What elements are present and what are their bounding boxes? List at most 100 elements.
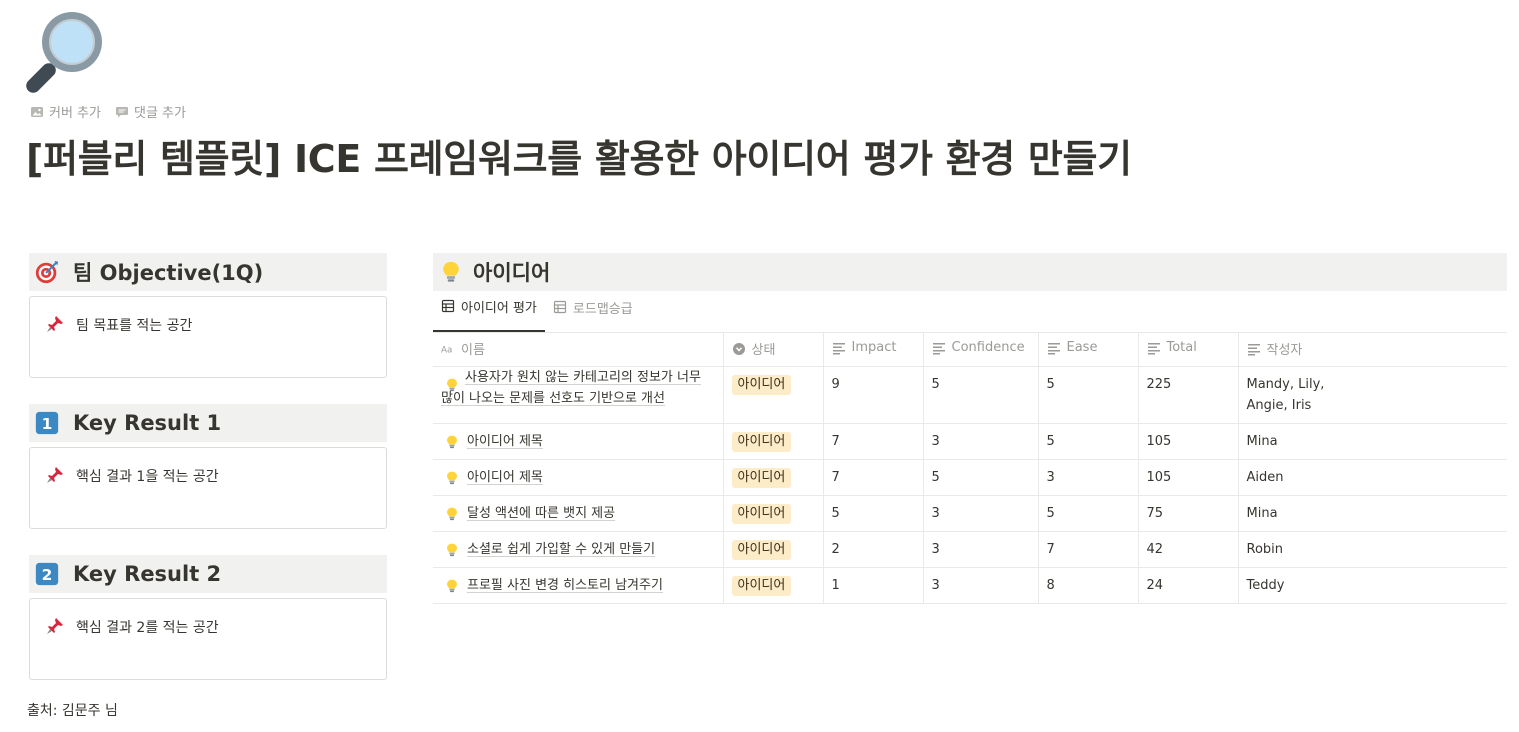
column-header-confidence[interactable]: Confidence (923, 333, 1039, 367)
tab-roadmap-promotion[interactable]: 로드맵승급 (545, 292, 641, 332)
cell-status[interactable]: 아이디어 (723, 567, 824, 604)
column-header-status[interactable]: 상태 (723, 333, 824, 367)
cell-status[interactable]: 아이디어 (723, 531, 824, 568)
status-tag: 아이디어 (731, 575, 792, 596)
pushpin-icon (47, 316, 63, 332)
cell-author[interactable]: Teddy (1238, 567, 1507, 604)
cell-total[interactable]: 105 (1138, 459, 1239, 496)
add-cover-button[interactable]: 커버 추가 (30, 102, 101, 121)
cell-status[interactable]: 아이디어 (723, 366, 824, 424)
cell-name[interactable]: 프로필 사진 변경 히스토리 남겨주기 (433, 567, 724, 604)
cell-author[interactable]: Mina (1238, 423, 1507, 460)
cell-impact[interactable]: 7 (823, 459, 924, 496)
cell-author[interactable]: Aiden (1238, 459, 1507, 496)
cell-confidence[interactable]: 3 (923, 423, 1039, 460)
cell-total[interactable]: 225 (1138, 366, 1239, 424)
text-lines-icon (1047, 342, 1060, 354)
cell-author[interactable]: Mandy, Lily, Angie, Iris (1238, 366, 1507, 424)
column-header-author[interactable]: 작성자 (1238, 333, 1507, 367)
cell-ease[interactable]: 5 (1038, 423, 1139, 460)
objective-content-box[interactable]: 팀 목표를 적는 공간 (29, 296, 387, 378)
cell-author[interactable]: Robin (1238, 531, 1507, 568)
cell-total[interactable]: 75 (1138, 495, 1239, 532)
cell-ease[interactable]: 8 (1038, 567, 1139, 604)
key-result-1-content-box[interactable]: 핵심 결과 1을 적는 공간 (29, 447, 387, 529)
cell-total[interactable]: 42 (1138, 531, 1239, 568)
light-bulb-icon (447, 543, 457, 556)
row-name[interactable]: 사용자가 원치 않는 카테고리의 정보가 너무 많이 나오는 문제를 선호도 기… (441, 367, 715, 409)
light-bulb-icon (447, 471, 457, 484)
cell-total[interactable]: 24 (1138, 567, 1239, 604)
table-row[interactable]: 프로필 사진 변경 히스토리 남겨주기 아이디어 1 3 8 24 Teddy (433, 567, 1507, 604)
cell-confidence[interactable]: 3 (923, 567, 1039, 604)
text-lines-icon (1247, 343, 1260, 355)
cell-impact[interactable]: 1 (823, 567, 924, 604)
status-tag: 아이디어 (731, 431, 792, 452)
source-text[interactable]: 출처: 김문주 님 (27, 700, 118, 720)
key-result-1-heading[interactable]: 1 Key Result 1 (29, 404, 387, 442)
key-result-2-heading[interactable]: 2 Key Result 2 (29, 555, 387, 593)
add-comment-button[interactable]: 댓글 추가 (115, 102, 186, 121)
cell-name[interactable]: 사용자가 원치 않는 카테고리의 정보가 너무 많이 나오는 문제를 선호도 기… (433, 366, 724, 424)
light-bulb-icon (447, 435, 457, 448)
table-icon (553, 300, 567, 314)
key-result-1-title: Key Result 1 (73, 411, 222, 435)
key-result-2-content-box[interactable]: 핵심 결과 2를 적는 공간 (29, 598, 387, 680)
table-row[interactable]: 사용자가 원치 않는 카테고리의 정보가 너무 많이 나오는 문제를 선호도 기… (433, 366, 1507, 424)
row-name[interactable]: 달성 액션에 따른 뱃지 제공 (467, 503, 615, 524)
table-row[interactable]: 달성 액션에 따른 뱃지 제공 아이디어 5 3 5 75 Mina (433, 495, 1507, 532)
cell-author[interactable]: Mina (1238, 495, 1507, 532)
status-tag: 아이디어 (731, 539, 792, 560)
row-author: Mandy, Lily, Angie, Iris (1246, 376, 1325, 413)
cell-name[interactable]: 아이디어 제목 (433, 459, 724, 496)
cell-impact[interactable]: 7 (823, 423, 924, 460)
text-lines-icon (1147, 342, 1160, 354)
cell-ease[interactable]: 5 (1038, 366, 1139, 424)
status-tag: 아이디어 (731, 503, 792, 524)
row-name[interactable]: 아이디어 제목 (467, 467, 543, 488)
page-actions: 커버 추가 댓글 추가 (30, 102, 186, 121)
tab-label: 아이디어 평가 (461, 300, 537, 316)
column-header-name[interactable]: Aa 이름 (433, 333, 724, 367)
cell-confidence[interactable]: 5 (923, 459, 1039, 496)
magnifying-glass-icon[interactable] (24, 10, 108, 94)
row-name[interactable]: 아이디어 제목 (467, 431, 543, 452)
status-tag: 아이디어 (731, 374, 792, 395)
cell-name[interactable]: 소셜로 쉽게 가입할 수 있게 만들기 (433, 531, 724, 568)
cell-status[interactable]: 아이디어 (723, 495, 824, 532)
row-name[interactable]: 소셜로 쉽게 가입할 수 있게 만들기 (467, 539, 655, 560)
cell-impact[interactable]: 2 (823, 531, 924, 568)
cell-status[interactable]: 아이디어 (723, 459, 824, 496)
page-title[interactable]: [퍼블리 템플릿] ICE 프레임워크를 활용한 아이디어 평가 환경 만들기 (26, 128, 1132, 183)
key-result-2-title: Key Result 2 (73, 562, 222, 586)
table-row[interactable]: 아이디어 제목 아이디어 7 5 3 105 Aiden (433, 459, 1507, 496)
cell-name[interactable]: 달성 액션에 따른 뱃지 제공 (433, 495, 724, 532)
column-header-total[interactable]: Total (1138, 333, 1239, 367)
column-header-ease[interactable]: Ease (1038, 333, 1139, 367)
key-result-1-content: 핵심 결과 1을 적는 공간 (76, 469, 219, 485)
cell-ease[interactable]: 5 (1038, 495, 1139, 532)
table-row[interactable]: 아이디어 제목 아이디어 7 3 5 105 Mina (433, 423, 1507, 460)
cell-impact[interactable]: 5 (823, 495, 924, 532)
select-property-icon (732, 342, 745, 355)
cell-impact[interactable]: 9 (823, 366, 924, 424)
objective-heading[interactable]: 팀 Objective(1Q) (29, 253, 387, 291)
cell-name[interactable]: 아이디어 제목 (433, 423, 724, 460)
cell-total[interactable]: 105 (1138, 423, 1239, 460)
add-comment-label: 댓글 추가 (133, 106, 186, 121)
light-bulb-icon (447, 579, 457, 592)
status-tag: 아이디어 (731, 467, 792, 488)
cell-confidence[interactable]: 3 (923, 495, 1039, 532)
tab-label: 로드맵승급 (572, 301, 633, 317)
cell-ease[interactable]: 7 (1038, 531, 1139, 568)
tab-idea-evaluation[interactable]: 아이디어 평가 (433, 292, 545, 332)
table-row[interactable]: 소셜로 쉽게 가입할 수 있게 만들기 아이디어 2 3 7 42 Robin (433, 531, 1507, 568)
row-name[interactable]: 프로필 사진 변경 히스토리 남겨주기 (467, 575, 663, 596)
cell-status[interactable]: 아이디어 (723, 423, 824, 460)
database-heading[interactable]: 아이디어 (433, 253, 1507, 291)
cell-confidence[interactable]: 3 (923, 531, 1039, 568)
cell-ease[interactable]: 3 (1038, 459, 1139, 496)
okr-column: 팀 Objective(1Q) 팀 목표를 적는 공간 1 Key Result… (29, 253, 387, 680)
column-header-impact[interactable]: Impact (823, 333, 924, 367)
cell-confidence[interactable]: 5 (923, 366, 1039, 424)
